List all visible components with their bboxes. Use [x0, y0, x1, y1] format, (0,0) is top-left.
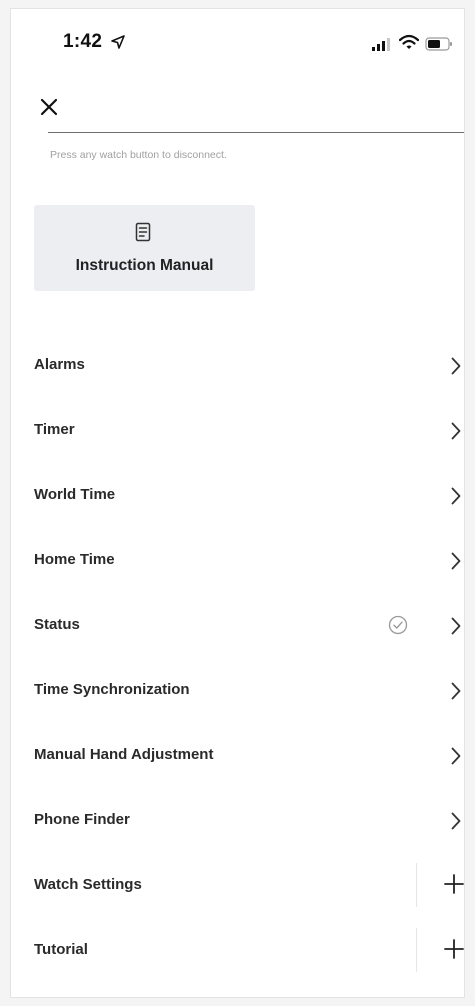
header-divider: [48, 132, 464, 133]
menu-item-label: Status: [34, 616, 80, 633]
check-circle-icon: [388, 615, 408, 635]
chevron-right-icon: [451, 617, 461, 635]
menu-item-tutorial[interactable]: Tutorial: [11, 918, 464, 983]
item-separator: [416, 928, 417, 972]
chevron-right-icon: [451, 682, 461, 700]
menu-item-timer[interactable]: Timer: [11, 398, 464, 463]
chevron-right-icon: [451, 552, 461, 570]
menu-item-alarms[interactable]: Alarms: [11, 333, 464, 398]
app-screen: 1:42 Press any watch button to disconnec…: [10, 8, 465, 998]
status-bar: 1:42: [11, 9, 464, 69]
menu-list: Alarms Timer World Time Home Time Status…: [11, 333, 464, 983]
location-arrow-icon: [111, 35, 125, 49]
menu-item-label: Time Synchronization: [34, 681, 190, 698]
instruction-manual-button[interactable]: Instruction Manual: [34, 205, 255, 291]
menu-item-watch-settings[interactable]: Watch Settings: [11, 853, 464, 918]
menu-item-home-time[interactable]: Home Time: [11, 528, 464, 593]
menu-item-label: Tutorial: [34, 941, 88, 958]
plus-icon[interactable]: [444, 874, 464, 894]
battery-icon: [425, 37, 452, 51]
menu-item-label: World Time: [34, 486, 116, 503]
menu-item-label: Phone Finder: [34, 811, 130, 828]
chevron-right-icon: [451, 422, 461, 440]
chevron-right-icon: [451, 487, 461, 505]
menu-item-label: Timer: [34, 421, 75, 438]
chevron-right-icon: [451, 812, 461, 830]
chevron-right-icon: [451, 357, 461, 375]
menu-item-label: Manual Hand Adjustment: [34, 746, 214, 763]
wifi-icon: [399, 34, 419, 49]
disconnect-hint: Press any watch button to disconnect.: [50, 149, 227, 161]
menu-item-manual-hand-adjustment[interactable]: Manual Hand Adjustment: [11, 723, 464, 788]
menu-item-label: Watch Settings: [34, 876, 142, 893]
status-time: 1:42: [63, 31, 103, 52]
menu-item-label: Home Time: [34, 551, 115, 568]
menu-item-phone-finder[interactable]: Phone Finder: [11, 788, 464, 853]
document-icon: [135, 222, 151, 242]
signal-icon: [372, 38, 390, 51]
chevron-right-icon: [451, 747, 461, 765]
menu-item-status[interactable]: Status: [11, 593, 464, 658]
menu-item-label: Alarms: [34, 356, 85, 373]
instruction-manual-label: Instruction Manual: [75, 257, 214, 274]
menu-item-world-time[interactable]: World Time: [11, 463, 464, 528]
plus-icon[interactable]: [444, 939, 464, 959]
close-icon[interactable]: [37, 95, 61, 119]
item-separator: [416, 863, 417, 907]
menu-item-time-synchronization[interactable]: Time Synchronization: [11, 658, 464, 723]
